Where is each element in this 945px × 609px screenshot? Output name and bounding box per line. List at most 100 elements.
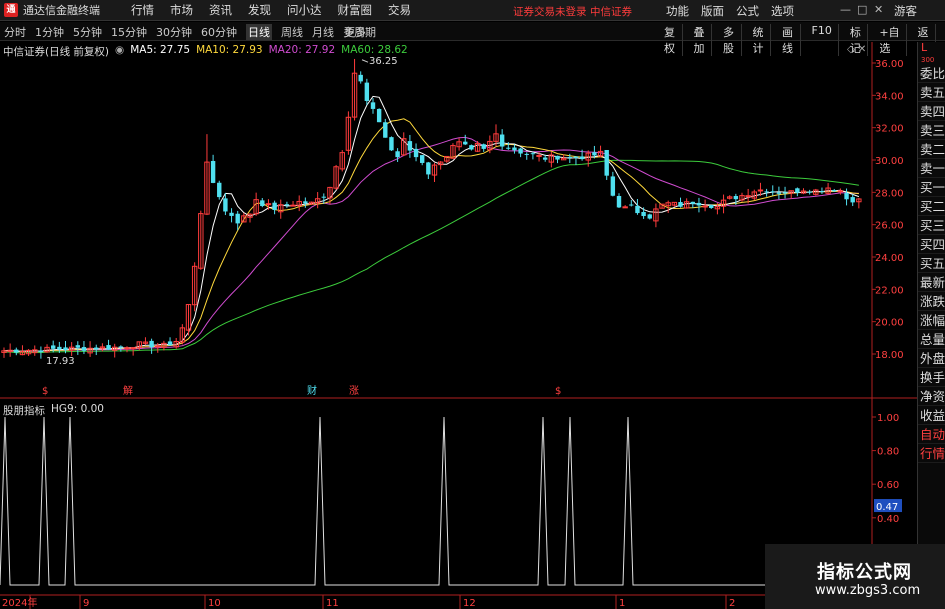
candle-body-down [616,195,622,208]
menu-banmian[interactable]: 版面 [701,3,724,19]
candle-body-down [370,102,376,109]
menu-shichang[interactable]: 市场 [170,2,193,18]
kline-chart[interactable]: 36.00 34.00 32.00 30.00 28.00 26.00 24.00 22.00… [0,42,917,609]
side-item-6[interactable]: 买一 [918,178,945,197]
side-item-8[interactable]: 买三 [918,216,945,235]
app-title: 通达信金融终端 [23,4,100,17]
candle-body-down [229,212,234,216]
menu-hangqing[interactable]: 行情 [131,2,154,18]
indicator-name[interactable]: 股朋指标 [3,403,45,418]
ma5-value: MA5: 27.75 [130,44,191,56]
ma5-line [3,95,860,352]
side-item-4[interactable]: 卖二 [918,140,945,159]
app-logo-icon: 通 [4,3,18,17]
tab-15min[interactable]: 15分钟 [111,24,147,40]
price-tick-label: 22.00 [875,285,904,296]
menu-wenxiaoda[interactable]: 问小达 [287,2,322,18]
side-item-1[interactable]: 卖五 [918,83,945,102]
candle-body-down [321,196,326,198]
date-label: 10 [208,598,221,609]
tab-30min[interactable]: 30分钟 [156,24,192,40]
candle-body-down [57,346,62,350]
menu-caifuquan[interactable]: 财富圈 [338,2,373,18]
stock-name[interactable]: 中信证券(日线 前复权) [3,44,109,59]
menu-gongneng[interactable]: 功能 [666,3,689,19]
date-label: 11 [326,598,339,609]
right-menu: 功能 版面 公式 选项 [666,3,806,19]
tab-weekly[interactable]: 周线 [281,24,303,40]
candle-body-down [426,162,431,175]
candle-body-down [819,191,825,193]
side-item-7[interactable]: 买二 [918,197,945,216]
side-item-14[interactable]: 总量 [918,330,945,349]
side-item-11[interactable]: 最新 [918,273,945,292]
candle-body-down [389,137,394,151]
candle-body-down [407,141,413,151]
candle-body-down [167,341,173,346]
side-item-17[interactable]: 净资 [918,387,945,406]
close-icon[interactable]: ✕ [874,3,883,16]
minimize-icon[interactable]: — [840,3,851,16]
side-item-18[interactable]: 收益 [918,406,945,425]
side-item-19[interactable]: 自动 [918,425,945,444]
side-item-20[interactable]: 行情 [918,444,945,463]
more-button[interactable]: 更多 [344,24,366,40]
event-marker: $ [555,386,561,397]
period-toolbar: 分时 1分钟 5分钟 15分钟 30分钟 60分钟 日线 周线 月线 多周期 复… [0,22,945,56]
candle-body-down [592,152,597,156]
candle-body-down [530,153,536,155]
indicator-value: HG9: 0.00 [51,403,104,415]
menu-gongshi[interactable]: 公式 [736,3,759,19]
price-tick-label: 36.00 [875,59,904,70]
candle-body-down [807,191,812,193]
tab-5min[interactable]: 5分钟 [73,24,102,40]
ma10-value: MA10: 27.93 [196,44,263,56]
tab-monthly[interactable]: 月线 [312,24,334,40]
high-pointer [361,59,369,63]
side-header-sub: 300 [921,56,935,64]
sub-tick-label: 0.60 [877,480,899,491]
side-item-12[interactable]: 涨跌 [918,292,945,311]
broker-name[interactable]: 中信证券 [590,4,632,19]
menu-xuanxiang[interactable]: 选项 [771,3,794,19]
candle-body-down [776,192,782,194]
candle-body-down [118,346,124,348]
ma20-line [3,136,859,352]
candle-body-up [536,154,542,157]
side-item-10[interactable]: 买五 [918,254,945,273]
side-item-13[interactable]: 涨幅 [918,311,945,330]
side-item-3[interactable]: 卖三 [918,121,945,140]
sub-tick-label: 0.40 [877,514,899,525]
tab-1min[interactable]: 1分钟 [35,24,64,40]
candle-body-down [844,192,849,200]
side-item-9[interactable]: 买四 [918,235,945,254]
side-item-15[interactable]: 外盘 [918,349,945,368]
side-item-0[interactable]: 委比 [918,64,945,83]
menu-faxian[interactable]: 发现 [248,2,271,18]
price-tick-label: 32.00 [875,124,904,135]
side-item-5[interactable]: 卖一 [918,159,945,178]
side-panel-header[interactable]: L 300 [918,42,945,64]
candle-body-down [678,202,683,207]
candle-body-down [733,196,739,200]
candle-body-down [696,202,702,206]
menu-jiaoyi[interactable]: 交易 [388,2,411,18]
candle-body-down [512,147,517,151]
login-status[interactable]: 证券交易未登录 [513,4,587,19]
candle-body-down [782,192,788,194]
candle-body-down [629,204,634,206]
tab-daily[interactable]: 日线 [246,24,272,40]
side-item-2[interactable]: 卖四 [918,102,945,121]
watermark-url: www.zbgs3.com [815,583,921,598]
price-tick-label: 30.00 [875,156,904,167]
tab-60min[interactable]: 60分钟 [201,24,237,40]
menu-zixun[interactable]: 资讯 [209,2,232,18]
tab-fenshi[interactable]: 分时 [4,24,26,40]
legend-gear-icon[interactable]: ◉ [115,44,124,59]
chart-controls[interactable]: ◇ ✕ [847,44,866,55]
candle-body-down [647,214,652,219]
candle-body-up [155,345,161,348]
side-item-16[interactable]: 换手 [918,368,945,387]
guest-label[interactable]: 游客 [894,3,917,19]
maximize-icon[interactable]: □ [857,3,867,16]
